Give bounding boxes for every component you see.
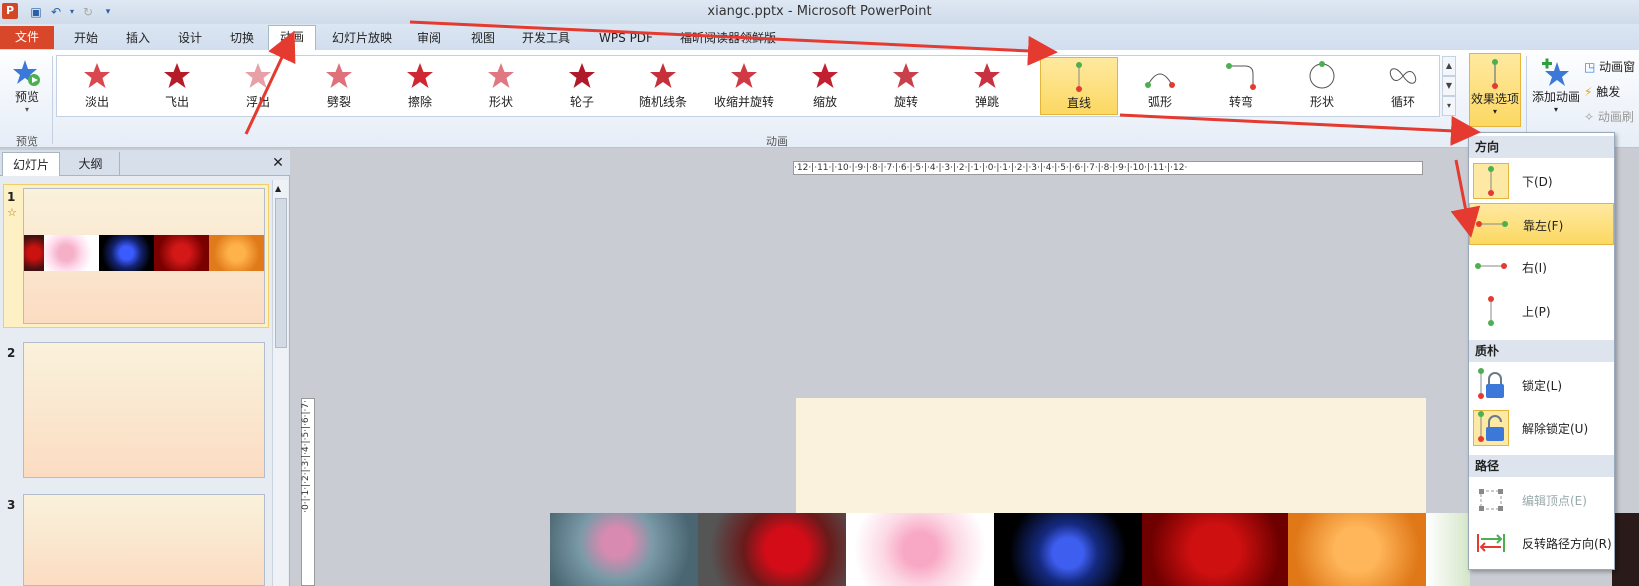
annotation-arrows (244, 20, 1481, 238)
arrow-to-animation-tab (244, 30, 296, 135)
arrow-to-effect-options (1119, 113, 1481, 146)
arrow-to-line-effect (409, 20, 1058, 66)
arrow-to-left-option (1450, 159, 1481, 238)
